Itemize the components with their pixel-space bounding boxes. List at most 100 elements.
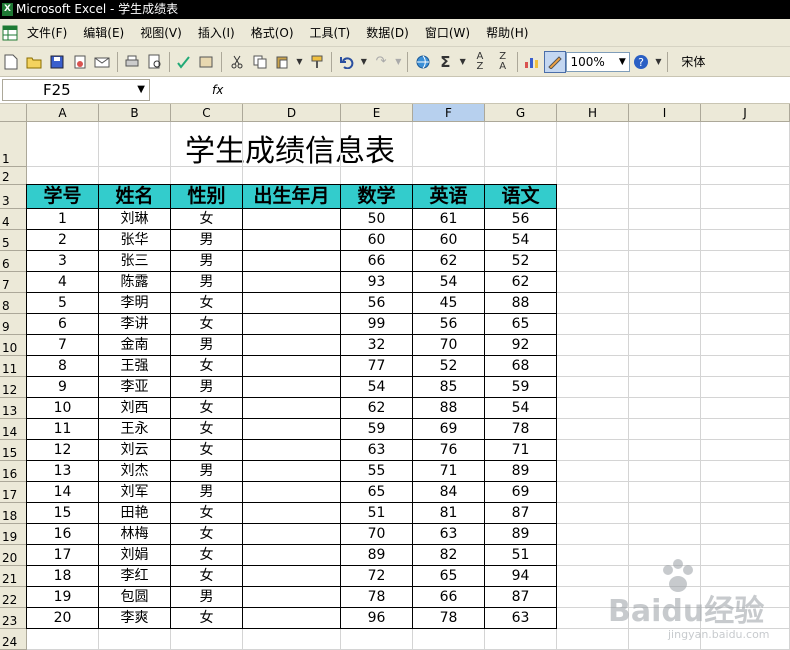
- row-header-13[interactable]: 13: [0, 398, 27, 419]
- table-cell[interactable]: 88: [484, 292, 557, 314]
- menu-view[interactable]: 视图(V): [140, 24, 182, 41]
- table-cell[interactable]: 15: [26, 502, 99, 524]
- table-cell[interactable]: 66: [340, 250, 413, 272]
- open-icon[interactable]: [23, 51, 46, 73]
- table-cell[interactable]: 51: [484, 544, 557, 566]
- new-icon[interactable]: [0, 51, 23, 73]
- menu-tools[interactable]: 工具(T): [310, 24, 351, 41]
- excel-app-icon[interactable]: X: [2, 3, 13, 16]
- table-cell[interactable]: 70: [412, 334, 485, 356]
- table-header-cell[interactable]: 语文: [484, 184, 557, 209]
- table-cell[interactable]: 李红: [98, 565, 171, 587]
- table-cell[interactable]: 76: [412, 439, 485, 461]
- undo-dropdown-icon[interactable]: ▼: [358, 51, 370, 73]
- table-cell[interactable]: 32: [340, 334, 413, 356]
- table-cell[interactable]: 田艳: [98, 502, 171, 524]
- print-icon[interactable]: [121, 51, 144, 73]
- table-cell[interactable]: 52: [412, 355, 485, 377]
- table-cell[interactable]: 82: [412, 544, 485, 566]
- table-cell[interactable]: 女: [170, 565, 243, 587]
- table-cell[interactable]: 男: [170, 481, 243, 503]
- row-header-1[interactable]: 1: [0, 122, 27, 167]
- insert-function-icon[interactable]: fx: [212, 83, 223, 97]
- help-dropdown-icon[interactable]: ▼: [652, 51, 664, 73]
- table-cell[interactable]: [242, 355, 341, 377]
- table-cell[interactable]: 88: [412, 397, 485, 419]
- table-cell[interactable]: [242, 418, 341, 440]
- table-cell[interactable]: 林梅: [98, 523, 171, 545]
- save-icon[interactable]: [45, 51, 68, 73]
- help-icon[interactable]: ?: [630, 51, 653, 73]
- table-cell[interactable]: 69: [484, 481, 557, 503]
- row-header-10[interactable]: 10: [0, 335, 27, 356]
- table-cell[interactable]: 1: [26, 208, 99, 230]
- table-cell[interactable]: 张三: [98, 250, 171, 272]
- table-cell[interactable]: 63: [412, 523, 485, 545]
- table-cell[interactable]: 68: [484, 355, 557, 377]
- table-cell[interactable]: 王强: [98, 355, 171, 377]
- table-cell[interactable]: 89: [484, 460, 557, 482]
- table-cell[interactable]: 96: [340, 607, 413, 629]
- table-cell[interactable]: [242, 271, 341, 293]
- row-header-7[interactable]: 7: [0, 272, 27, 293]
- table-cell[interactable]: 65: [340, 481, 413, 503]
- table-cell[interactable]: [242, 313, 341, 335]
- row-header-3[interactable]: 3: [0, 185, 27, 209]
- table-cell[interactable]: 女: [170, 523, 243, 545]
- table-cell[interactable]: 女: [170, 292, 243, 314]
- table-cell[interactable]: [242, 544, 341, 566]
- table-header-cell[interactable]: 性别: [170, 184, 243, 209]
- table-cell[interactable]: 男: [170, 460, 243, 482]
- autosum-icon[interactable]: Σ: [434, 51, 457, 73]
- email-icon[interactable]: [91, 51, 114, 73]
- table-cell[interactable]: 8: [26, 355, 99, 377]
- menu-format[interactable]: 格式(O): [251, 24, 294, 41]
- table-cell[interactable]: [242, 523, 341, 545]
- table-cell[interactable]: 刘西: [98, 397, 171, 419]
- table-header-cell[interactable]: 英语: [412, 184, 485, 209]
- table-cell[interactable]: 93: [340, 271, 413, 293]
- table-cell[interactable]: 54: [412, 271, 485, 293]
- table-cell[interactable]: 78: [412, 607, 485, 629]
- copy-icon[interactable]: [248, 51, 271, 73]
- print-preview-icon[interactable]: [143, 51, 166, 73]
- table-cell[interactable]: 女: [170, 607, 243, 629]
- row-header-12[interactable]: 12: [0, 377, 27, 398]
- row-header-11[interactable]: 11: [0, 356, 27, 377]
- table-cell[interactable]: [242, 481, 341, 503]
- row-header-20[interactable]: 20: [0, 545, 27, 566]
- cut-icon[interactable]: [225, 51, 248, 73]
- table-cell[interactable]: 16: [26, 523, 99, 545]
- table-cell[interactable]: 男: [170, 334, 243, 356]
- table-cell[interactable]: 59: [340, 418, 413, 440]
- menu-help[interactable]: 帮助(H): [486, 24, 528, 41]
- table-cell[interactable]: 女: [170, 313, 243, 335]
- table-cell[interactable]: 女: [170, 355, 243, 377]
- row-header-19[interactable]: 19: [0, 524, 27, 545]
- table-cell[interactable]: 6: [26, 313, 99, 335]
- table-cell[interactable]: 李亚: [98, 376, 171, 398]
- table-cell[interactable]: 84: [412, 481, 485, 503]
- table-cell[interactable]: 10: [26, 397, 99, 419]
- table-cell[interactable]: 17: [26, 544, 99, 566]
- table-cell[interactable]: 55: [340, 460, 413, 482]
- table-cell[interactable]: 李爽: [98, 607, 171, 629]
- table-cell[interactable]: 63: [340, 439, 413, 461]
- table-header-cell[interactable]: 出生年月: [242, 184, 341, 209]
- row-header-23[interactable]: 23: [0, 608, 27, 629]
- select-all-corner[interactable]: [0, 104, 27, 122]
- table-cell[interactable]: [242, 502, 341, 524]
- table-cell[interactable]: [242, 250, 341, 272]
- table-cell[interactable]: 男: [170, 376, 243, 398]
- table-cell[interactable]: 89: [340, 544, 413, 566]
- table-cell[interactable]: 14: [26, 481, 99, 503]
- autosum-dropdown-icon[interactable]: ▼: [457, 51, 469, 73]
- table-cell[interactable]: 62: [412, 250, 485, 272]
- table-cell[interactable]: 18: [26, 565, 99, 587]
- column-header-b[interactable]: B: [99, 104, 171, 122]
- table-cell[interactable]: 92: [484, 334, 557, 356]
- table-cell[interactable]: 62: [340, 397, 413, 419]
- row-header-4[interactable]: 4: [0, 209, 27, 230]
- table-cell[interactable]: 77: [340, 355, 413, 377]
- row-header-24[interactable]: 24: [0, 629, 27, 650]
